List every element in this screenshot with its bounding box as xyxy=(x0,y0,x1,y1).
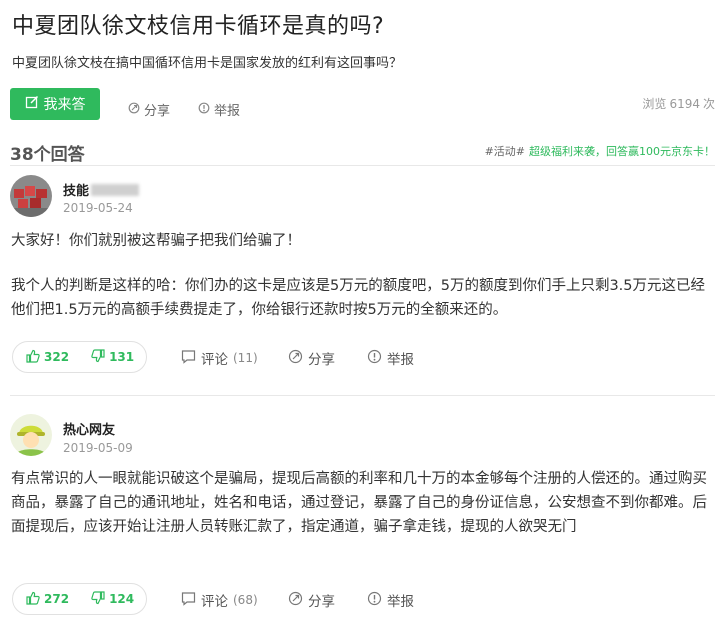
answer-username[interactable]: 热心网友 xyxy=(63,419,115,438)
answer-username[interactable]: 技能 xyxy=(63,180,140,199)
thumb-down-icon xyxy=(91,348,105,366)
thumb-up-icon xyxy=(26,349,40,366)
report-icon xyxy=(367,591,382,610)
view-count: 浏览 6194 次 xyxy=(642,95,715,112)
report-button[interactable]: 举报 xyxy=(367,590,414,610)
views-prefix: 浏览 xyxy=(642,97,667,111)
thumb-up-icon xyxy=(26,591,40,608)
promo-link[interactable]: #活动# 超级福利来袭，回答赢100元京东卡！ xyxy=(485,143,715,159)
vote-group: 272 124 xyxy=(12,583,147,615)
upvote-count: 322 xyxy=(44,350,70,364)
comment-icon xyxy=(181,591,196,610)
share-label: 分享 xyxy=(308,352,335,368)
answer-button-label: 我来答 xyxy=(43,97,86,113)
answer-paragraph: 我个人的判断是这样的哈：你们办的这卡是应该是5万元的额度吧，5万的额度到你们手上… xyxy=(11,278,706,318)
share-icon xyxy=(288,591,303,610)
downvote-button[interactable]: 124 xyxy=(91,590,135,608)
thumb-down-icon xyxy=(91,590,105,608)
answer-count: 38个回答 xyxy=(10,145,85,165)
share-icon xyxy=(128,102,140,118)
report-button[interactable]: 举报 xyxy=(367,348,414,368)
redacted-name xyxy=(91,184,140,196)
report-label: 举报 xyxy=(214,104,241,119)
share-icon xyxy=(288,349,303,368)
comment-count: (11) xyxy=(233,351,258,365)
divider xyxy=(10,165,715,166)
avatar[interactable] xyxy=(10,414,52,456)
avatar[interactable] xyxy=(10,175,52,217)
share-button[interactable]: 分享 xyxy=(288,590,335,610)
comment-label: 评论 xyxy=(201,594,228,610)
downvote-count: 131 xyxy=(109,350,135,364)
answer-date: 2019-05-09 xyxy=(63,441,133,455)
answer-button[interactable]: 我来答 xyxy=(10,88,100,120)
question-description: 中夏团队徐文枝在搞中国循环信用卡是国家发放的红利有这回事吗？ xyxy=(12,56,403,71)
report-icon xyxy=(367,349,382,368)
promo-tag: #活动# xyxy=(484,145,525,158)
answer-paragraph: 有点常识的人一眼就能识破这个是骗局，提现后高额的利率和几十万的本金够每个注册的人… xyxy=(11,471,707,535)
upvote-button[interactable]: 272 xyxy=(26,591,69,608)
comment-icon xyxy=(181,349,196,368)
share-button[interactable]: 分享 xyxy=(288,348,335,368)
views-suffix: 次 xyxy=(702,97,715,111)
downvote-count: 124 xyxy=(109,592,135,606)
question-share-button[interactable]: 分享 xyxy=(128,100,170,119)
vote-group: 322 131 xyxy=(12,341,147,373)
question-title: 中夏团队徐文枝信用卡循环是真的吗? xyxy=(12,14,385,39)
comment-count: (68) xyxy=(233,593,258,607)
question-report-button[interactable]: 举报 xyxy=(198,100,240,119)
upvote-count: 272 xyxy=(44,592,70,606)
downvote-button[interactable]: 131 xyxy=(91,348,135,366)
share-label: 分享 xyxy=(144,104,171,119)
views-number: 6194 xyxy=(669,97,700,111)
username-text: 技能 xyxy=(63,184,90,199)
divider xyxy=(10,395,715,396)
report-label: 举报 xyxy=(387,594,414,610)
comment-button[interactable]: 评论 (68) xyxy=(181,590,258,610)
answer-paragraph: 大家好！你们就别被这帮骗子把我们给骗了！ xyxy=(11,233,301,249)
share-label: 分享 xyxy=(308,594,335,610)
promo-text: 超级福利来袭，回答赢100元京东卡！ xyxy=(529,145,715,158)
comment-button[interactable]: 评论 (11) xyxy=(181,348,258,368)
comment-label: 评论 xyxy=(201,352,228,368)
report-label: 举报 xyxy=(387,352,414,368)
upvote-button[interactable]: 322 xyxy=(26,349,69,366)
answer-date: 2019-05-24 xyxy=(63,201,133,215)
edit-icon xyxy=(25,95,39,113)
report-icon xyxy=(198,102,210,118)
